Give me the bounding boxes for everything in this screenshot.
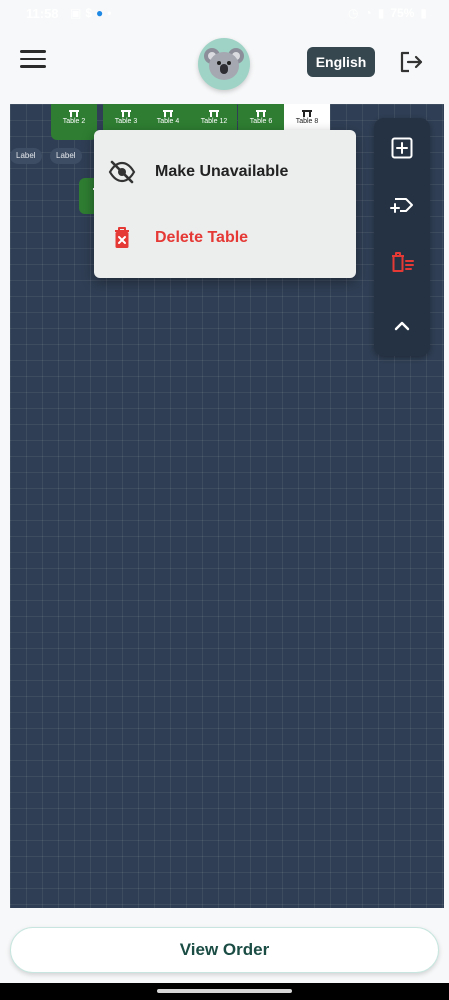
language-button[interactable]: English [307, 47, 375, 77]
floor-toolbar [374, 118, 430, 356]
table-icon [163, 110, 173, 117]
floor-label-chip[interactable]: Label [50, 148, 82, 164]
table-label: Table 6 [249, 118, 273, 125]
status-right-icons: ◷ ◔ ▮ 75% ▮ [348, 6, 427, 20]
menu-icon[interactable] [20, 50, 46, 72]
delete-table-item[interactable]: Delete Table [94, 210, 356, 266]
table-icon [256, 110, 266, 117]
navigation-bar [0, 983, 449, 1000]
add-label-icon[interactable] [388, 191, 416, 219]
table-card[interactable]: Table 2 [51, 104, 97, 140]
floor-label-chip[interactable]: Label [10, 148, 42, 164]
avatar[interactable] [198, 38, 250, 90]
app-icon: ● [96, 6, 104, 20]
status-bar: 11:58 ▣ $ ● • ◷ ◔ ▮ 75% ▮ [0, 0, 449, 30]
alarm-icon: ◷ [348, 6, 359, 20]
delete-table-label: Delete Table [155, 229, 249, 246]
view-order-button[interactable]: View Order [10, 927, 439, 973]
delete-list-icon[interactable] [388, 248, 416, 276]
table-icon [121, 110, 131, 117]
dollar-icon: $ [85, 6, 93, 20]
battery-text: 75% [390, 6, 415, 20]
make-unavailable-label: Make Unavailable [155, 163, 289, 180]
table-label: Table 4 [156, 118, 180, 125]
add-table-icon[interactable] [388, 134, 416, 162]
table-context-menu: Make Unavailable Delete Table [94, 130, 356, 278]
trash-icon [108, 224, 136, 252]
chevron-up-icon[interactable] [388, 312, 416, 340]
status-left-icons: ▣ $ ● • [70, 6, 111, 20]
wifi-icon: ◔ [364, 6, 372, 20]
table-icon [69, 110, 79, 117]
table-icon [209, 110, 219, 117]
dot-icon: • [107, 6, 112, 20]
table-label: Table 8 [295, 118, 319, 125]
status-time: 11:58 [26, 6, 59, 21]
table-label: Table 3 [114, 118, 138, 125]
eye-off-icon [108, 158, 136, 186]
koala-icon [204, 46, 244, 82]
app-header: English [0, 30, 449, 100]
make-unavailable-item[interactable]: Make Unavailable [94, 144, 356, 200]
table-label: Table 12 [200, 118, 228, 125]
signal-icon: ▮ [377, 6, 385, 20]
logout-icon[interactable] [398, 50, 424, 74]
photo-icon: ▣ [70, 6, 82, 20]
battery-icon: ▮ [420, 6, 427, 20]
table-icon [302, 110, 312, 117]
home-handle[interactable] [157, 989, 292, 993]
table-label: Table 2 [62, 118, 86, 125]
